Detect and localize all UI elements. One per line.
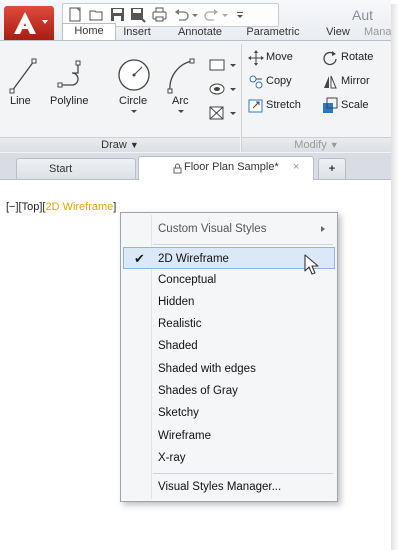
mirror-tool[interactable]: Mirror	[322, 73, 391, 91]
document-tab-bar: Start Floor Plan Sample* × +	[0, 153, 391, 180]
viewport-controls[interactable]: [−][Top][2D Wireframe]	[6, 201, 116, 213]
ribbon-panel: Line Polyline Circle Arc Draw ▼ Move Rot…	[0, 40, 391, 154]
title-bar: Aut Home Insert Annotate Parametric View…	[0, 0, 391, 41]
menu-item-realistic[interactable]: Realistic	[123, 313, 335, 335]
autocad-window: Aut Home Insert Annotate Parametric View…	[0, 0, 391, 550]
panel-divider	[241, 44, 242, 152]
arc-label: Arc	[172, 95, 189, 107]
scale-icon	[323, 97, 338, 113]
plot-icon[interactable]	[151, 6, 168, 23]
tab-floor-plan[interactable]: Floor Plan Sample* ×	[138, 156, 314, 180]
mirror-icon	[324, 75, 337, 89]
app-title: Aut	[352, 7, 374, 23]
menu-separator	[153, 244, 333, 245]
tab-manage[interactable]: Mana	[364, 25, 391, 40]
arc-tool[interactable]: Arc	[162, 55, 200, 117]
tab-parametric[interactable]: Parametric	[242, 25, 304, 40]
close-icon[interactable]: ×	[293, 157, 299, 177]
save-icon[interactable]	[109, 6, 126, 23]
menu-item-x-ray[interactable]: X-ray	[123, 447, 335, 469]
menu-item-custom-visual-styles[interactable]: Custom Visual Styles	[123, 218, 335, 240]
circle-tool[interactable]: Circle	[112, 55, 152, 117]
pointer-cursor-icon	[304, 254, 319, 275]
copy-tool[interactable]: Copy	[248, 73, 314, 91]
stretch-icon	[248, 99, 263, 113]
menu-item-shades-of-gray[interactable]: Shades of Gray	[123, 380, 335, 402]
line-tool[interactable]: Line	[6, 55, 40, 107]
menu-item-visual-styles-manager[interactable]: Visual Styles Manager...	[123, 476, 335, 498]
menu-item-shaded-with-edges[interactable]: Shaded with edges	[123, 358, 335, 380]
menu-item-shaded[interactable]: Shaded	[123, 335, 335, 357]
line-label: Line	[10, 95, 31, 107]
chevron-down-icon	[131, 110, 137, 113]
chevron-right-icon	[321, 226, 325, 232]
open-folder-icon[interactable]	[88, 6, 105, 23]
draw-panel-title[interactable]: Draw ▼	[0, 137, 240, 152]
chevron-down-icon: ▼	[329, 140, 339, 150]
autocad-logo-icon	[14, 12, 36, 34]
tab-home[interactable]: Home	[62, 23, 116, 41]
new-file-icon[interactable]	[67, 6, 84, 23]
polyline-label: Polyline	[50, 95, 89, 107]
rectangle-tool[interactable]	[206, 55, 238, 75]
checkmark-icon: ✔	[134, 251, 145, 266]
scale-tool[interactable]: Scale	[322, 97, 382, 115]
viewport-prefix[interactable]: [−][Top][	[6, 201, 45, 213]
undo-icon[interactable]	[173, 6, 190, 23]
redo-dropdown-icon[interactable]	[221, 6, 229, 23]
redo-icon[interactable]	[203, 6, 220, 23]
tab-insert[interactable]: Insert	[118, 25, 156, 40]
viewport-suffix: ]	[113, 201, 117, 213]
window-shadow	[391, 4, 399, 550]
save-as-icon[interactable]	[129, 6, 146, 23]
chevron-down-icon	[178, 110, 184, 113]
modify-panel-title[interactable]: Modify ▼	[242, 137, 391, 152]
rectangle-icon	[209, 59, 236, 71]
customize-toolbar-icon[interactable]	[235, 6, 245, 23]
tab-annotate[interactable]: Annotate	[172, 25, 228, 40]
arc-icon	[167, 58, 195, 94]
menu-item-wireframe[interactable]: Wireframe	[123, 425, 335, 447]
menu-item-sketchy[interactable]: Sketchy	[123, 402, 335, 424]
menu-separator	[153, 473, 333, 474]
polyline-icon	[57, 60, 81, 88]
polyline-tool[interactable]: Polyline	[50, 55, 100, 107]
chevron-down-icon	[42, 20, 48, 24]
tab-view[interactable]: View	[323, 25, 353, 40]
chevron-down-icon: ▼	[129, 140, 139, 150]
rotate-icon	[323, 51, 337, 66]
application-menu-button[interactable]	[4, 6, 54, 40]
undo-dropdown-icon[interactable]	[191, 6, 199, 23]
gradient-tool[interactable]	[206, 103, 238, 123]
tab-start[interactable]: Start	[16, 158, 136, 179]
visual-style-control[interactable]: 2D Wireframe	[45, 201, 113, 213]
circle-icon	[118, 59, 150, 91]
copy-icon	[249, 75, 263, 89]
circle-label: Circle	[119, 95, 148, 107]
move-tool[interactable]: Move	[248, 49, 314, 67]
stretch-tool[interactable]: Stretch	[248, 97, 318, 115]
new-tab-button[interactable]: +	[318, 158, 346, 179]
lock-icon	[173, 163, 182, 174]
move-icon	[248, 50, 264, 66]
gradient-icon	[209, 106, 236, 120]
rotate-tool[interactable]: Rotate	[322, 49, 391, 67]
hatch-icon	[209, 83, 236, 95]
line-icon	[9, 58, 37, 94]
hatch-tool[interactable]	[206, 79, 238, 99]
menu-item-hidden[interactable]: Hidden	[123, 291, 335, 313]
